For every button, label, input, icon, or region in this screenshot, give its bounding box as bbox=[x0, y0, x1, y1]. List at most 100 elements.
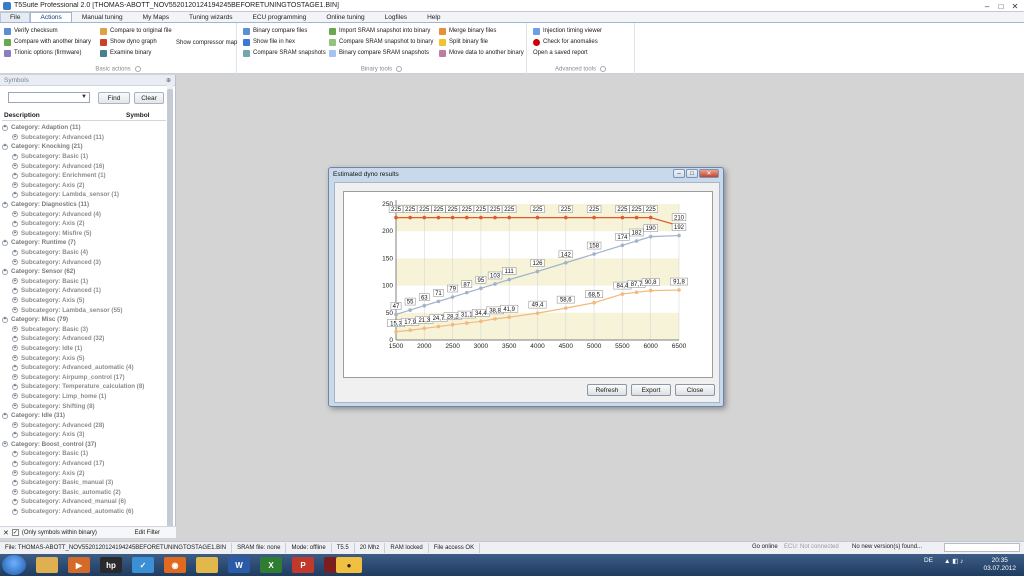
tree-category-row[interactable]: + Category: Misc (79) bbox=[2, 315, 166, 325]
expand-icon[interactable]: + bbox=[12, 287, 18, 294]
data-point[interactable] bbox=[648, 215, 653, 220]
expand-icon[interactable]: + bbox=[2, 239, 8, 246]
data-point[interactable] bbox=[535, 215, 540, 220]
tree-subcategory-row[interactable]: + Subcategory: Advanced (4) bbox=[2, 209, 166, 219]
data-point[interactable] bbox=[464, 321, 469, 325]
data-point[interactable] bbox=[422, 215, 427, 220]
expand-icon[interactable] bbox=[134, 66, 141, 73]
expand-icon[interactable]: + bbox=[2, 124, 8, 131]
data-point[interactable] bbox=[493, 317, 497, 321]
data-point[interactable] bbox=[648, 234, 653, 239]
expand-icon[interactable]: + bbox=[12, 450, 18, 457]
expand-icon[interactable]: + bbox=[12, 498, 18, 505]
network-icon[interactable]: ✓ bbox=[132, 557, 154, 573]
expand-icon[interactable] bbox=[396, 66, 403, 73]
tree-subcategory-row[interactable]: + Subcategory: Temperature_calculation (8… bbox=[2, 382, 166, 392]
tree-subcategory-row[interactable]: + Subcategory: Advanced_manual (6) bbox=[2, 497, 166, 507]
data-point[interactable] bbox=[479, 215, 483, 220]
binary-compare-sram-button[interactable]: Binary compare SRAM snapshots bbox=[329, 48, 429, 58]
start-button[interactable] bbox=[2, 555, 26, 575]
expand-icon[interactable]: + bbox=[2, 316, 8, 323]
trionic-options-button[interactable]: Trionic options (firmware) bbox=[4, 48, 81, 58]
edit-filter-link[interactable]: Edit Filter bbox=[135, 530, 160, 536]
tree-category-row[interactable]: + Category: Adaption (11) bbox=[2, 123, 166, 133]
hp-icon[interactable]: hp bbox=[100, 557, 122, 573]
folder-icon[interactable] bbox=[196, 557, 218, 573]
tree-subcategory-row[interactable]: + Subcategory: Axis (2) bbox=[2, 181, 166, 191]
expand-icon[interactable]: + bbox=[12, 479, 18, 486]
pin-icon[interactable]: ⊕ bbox=[166, 77, 171, 84]
examine-binary-button[interactable]: Examine binary bbox=[100, 48, 151, 58]
tree-subcategory-row[interactable]: + Subcategory: Basic (1) bbox=[2, 277, 166, 287]
show-compressor-map-button[interactable]: Show compressor map bbox=[176, 38, 237, 48]
tree-subcategory-row[interactable]: + Subcategory: Axis (5) bbox=[2, 296, 166, 306]
expand-icon[interactable]: + bbox=[12, 172, 18, 179]
data-point[interactable] bbox=[620, 292, 625, 296]
tree-subcategory-row[interactable]: + Subcategory: Advanced (1) bbox=[2, 286, 166, 296]
data-point[interactable] bbox=[394, 215, 398, 220]
tree-subcategory-row[interactable]: + Subcategory: Basic (3) bbox=[2, 324, 166, 334]
tree-subcategory-row[interactable]: + Subcategory: Advanced (16) bbox=[2, 161, 166, 171]
compare-sram-snapshots-button[interactable]: Compare SRAM snapshots bbox=[243, 48, 326, 58]
data-point[interactable] bbox=[394, 312, 398, 317]
data-point[interactable] bbox=[408, 308, 412, 312]
expand-icon[interactable]: + bbox=[12, 278, 18, 285]
tree-subcategory-row[interactable]: + Subcategory: Advanced (3) bbox=[2, 257, 166, 267]
dialog-close-icon[interactable]: ✕ bbox=[699, 169, 719, 178]
tree-subcategory-row[interactable]: + Subcategory: Basic (1) bbox=[2, 449, 166, 459]
tree-subcategory-row[interactable]: + Subcategory: Airpump_control (17) bbox=[2, 372, 166, 382]
word-icon[interactable]: W bbox=[228, 557, 250, 573]
data-point[interactable] bbox=[592, 252, 596, 256]
data-point[interactable] bbox=[436, 299, 441, 304]
tree-subcategory-row[interactable]: + Subcategory: Advanced_automatic (4) bbox=[2, 363, 166, 373]
go-online-link[interactable]: Go online bbox=[752, 544, 778, 550]
tree-category-row[interactable]: + Category: Runtime (7) bbox=[2, 238, 166, 248]
expand-icon[interactable]: + bbox=[2, 143, 8, 150]
tree-subcategory-row[interactable]: + Subcategory: Advanced (32) bbox=[2, 334, 166, 344]
data-point[interactable] bbox=[464, 215, 469, 220]
tree-subcategory-row[interactable]: + Subcategory: Axis (2) bbox=[2, 468, 166, 478]
data-point[interactable] bbox=[564, 306, 568, 310]
move-data-button[interactable]: Move data to another binary bbox=[439, 48, 524, 58]
tree-subcategory-row[interactable]: + Subcategory: Advanced (28) bbox=[2, 420, 166, 430]
close-filter-icon[interactable]: ✕ bbox=[3, 529, 9, 537]
expand-icon[interactable]: + bbox=[12, 307, 18, 314]
expand-icon[interactable]: + bbox=[12, 489, 18, 496]
tree-subcategory-row[interactable]: + Subcategory: Advanced (17) bbox=[2, 459, 166, 469]
data-point[interactable] bbox=[450, 215, 455, 220]
language-indicator[interactable]: DE bbox=[924, 557, 933, 564]
tree-subcategory-row[interactable]: + Subcategory: Basic_automatic (2) bbox=[2, 488, 166, 498]
data-point[interactable] bbox=[422, 326, 427, 331]
tab-ecu-programming[interactable]: ECU programming bbox=[243, 12, 317, 22]
tree-subcategory-row[interactable]: + Subcategory: Basic (1) bbox=[2, 152, 166, 162]
expand-icon[interactable]: + bbox=[12, 153, 18, 160]
tab-help[interactable]: Help bbox=[417, 12, 450, 22]
tree-scrollbar[interactable] bbox=[167, 85, 173, 535]
tree-subcategory-row[interactable]: + Subcategory: Limp_home (1) bbox=[2, 392, 166, 402]
export-button[interactable]: Export bbox=[631, 384, 671, 396]
firefox-icon[interactable]: ◉ bbox=[164, 557, 186, 573]
injection-timing-button[interactable]: Injection timing viewer bbox=[533, 26, 602, 36]
tree-subcategory-row[interactable]: + Subcategory: Axis (5) bbox=[2, 353, 166, 363]
close-button[interactable]: ✕ bbox=[1008, 1, 1022, 11]
data-point[interactable] bbox=[450, 295, 455, 299]
expand-icon[interactable]: + bbox=[12, 383, 18, 390]
data-point[interactable] bbox=[507, 215, 511, 220]
tree-subcategory-row[interactable]: + Subcategory: Idle (1) bbox=[2, 344, 166, 354]
tree-subcategory-row[interactable]: + Subcategory: Shifting (8) bbox=[2, 401, 166, 411]
compare-binary-button[interactable]: Compare with another binary bbox=[4, 37, 91, 47]
tree-category-row[interactable]: + Category: Knocking (21) bbox=[2, 142, 166, 152]
data-point[interactable] bbox=[493, 282, 497, 286]
scrollbar-thumb[interactable] bbox=[167, 89, 173, 529]
tree-subcategory-row[interactable]: + Subcategory: Basic (4) bbox=[2, 248, 166, 258]
tree-category-row[interactable]: + Category: Diagnostics (11) bbox=[2, 200, 166, 210]
data-point[interactable] bbox=[620, 215, 625, 220]
symbol-search-combo[interactable]: ▼ bbox=[8, 92, 90, 103]
explorer-icon[interactable] bbox=[36, 557, 58, 573]
data-point[interactable] bbox=[408, 328, 412, 333]
excel-icon[interactable]: X bbox=[260, 557, 282, 573]
data-point[interactable] bbox=[648, 288, 653, 293]
check-anomalies-button[interactable]: Check for anomalies bbox=[533, 37, 598, 47]
tab-online-tuning[interactable]: Online tuning bbox=[316, 12, 374, 22]
import-sram-button[interactable]: Import SRAM snapshot into binary bbox=[329, 26, 430, 36]
